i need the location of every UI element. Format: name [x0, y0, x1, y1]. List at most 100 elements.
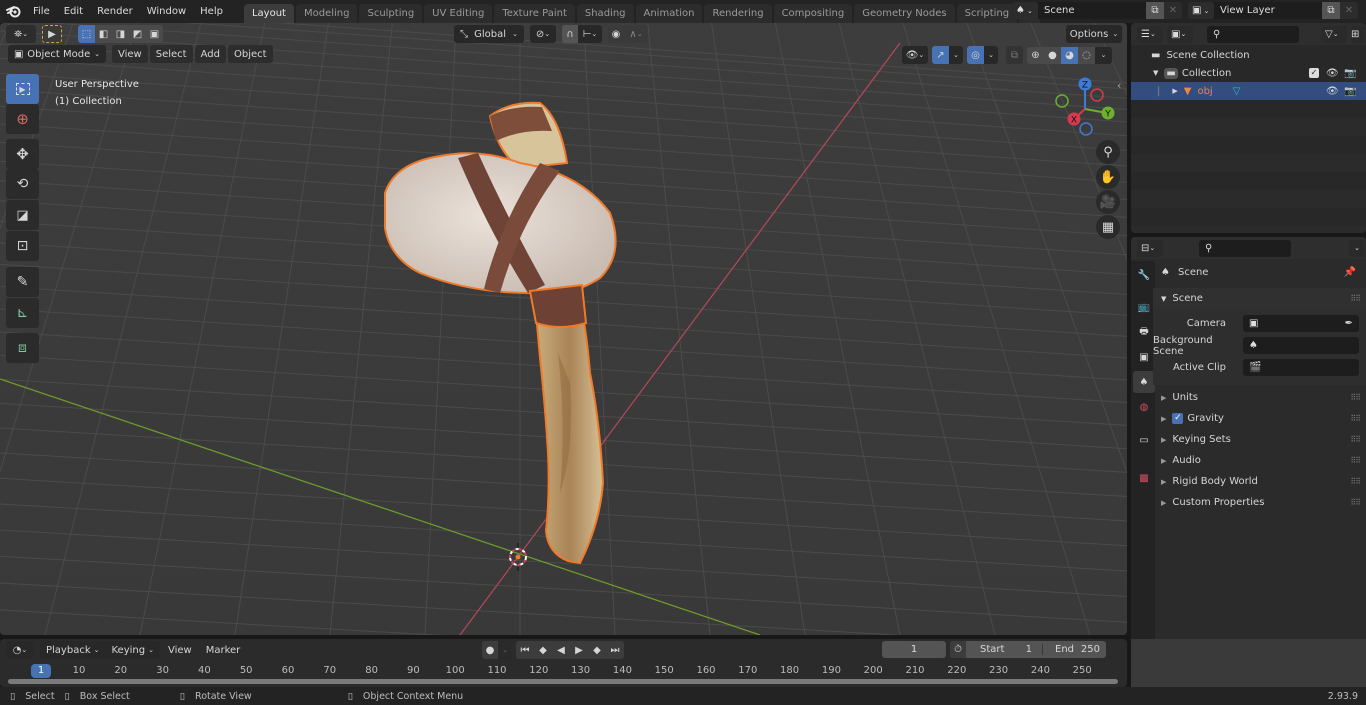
- tab-rendering[interactable]: Rendering: [704, 4, 772, 23]
- select-extend-mode-button[interactable]: ◧: [95, 25, 112, 43]
- overlays-dropdown[interactable]: ⌄: [984, 46, 998, 64]
- tab-sculpting[interactable]: Sculpting: [359, 4, 423, 23]
- drag-handle-icon[interactable]: ⠿⠿: [1350, 435, 1361, 444]
- disable-render-icon[interactable]: 📷: [1344, 86, 1356, 97]
- play-button[interactable]: ▶: [570, 641, 588, 659]
- tab-uv-editing[interactable]: UV Editing: [424, 4, 493, 23]
- drag-handle-icon[interactable]: ⠿⠿: [1350, 477, 1361, 486]
- select-new-mode-button[interactable]: ⬚: [78, 25, 95, 43]
- gravity-checkbox[interactable]: ✓: [1172, 413, 1184, 424]
- tool-scale[interactable]: ◪: [6, 200, 39, 230]
- playhead[interactable]: 1: [31, 664, 51, 678]
- tab-world[interactable]: ◍: [1133, 396, 1155, 418]
- blender-logo-icon[interactable]: [0, 5, 26, 18]
- camera-view-button[interactable]: 🎥: [1096, 190, 1120, 214]
- background-scene-field[interactable]: ♠: [1243, 337, 1359, 354]
- tab-compositing[interactable]: Compositing: [773, 4, 853, 23]
- drag-handle-icon[interactable]: ⠿⠿: [1350, 393, 1361, 402]
- hide-in-viewport-icon[interactable]: 👁: [1326, 68, 1339, 79]
- mesh-data-icon[interactable]: ▽: [1233, 86, 1241, 97]
- tool-cursor[interactable]: ⊕: [6, 104, 39, 134]
- tool-add-cube[interactable]: ⧈: [6, 333, 39, 363]
- delete-view-layer-button[interactable]: ✕: [1340, 2, 1358, 19]
- drag-handle-icon[interactable]: ⠿⠿: [1350, 456, 1361, 465]
- tool-transform[interactable]: ⊡: [6, 231, 39, 261]
- tab-modeling[interactable]: Modeling: [295, 4, 358, 23]
- camera-field[interactable]: ▣ ✒: [1243, 315, 1359, 332]
- select-invert-mode-button[interactable]: ◩: [129, 25, 146, 43]
- 3d-viewport[interactable]: ⛯ ⌄ ▶ ⬚ ◧ ◨ ◩ ▣ ⤡ Global ⌄ ⊘ ⌄ ∩ ⊢ ⌄ ◉ ∧ ⌄ Opt…: [0, 23, 1127, 635]
- pan-view-button[interactable]: ✋: [1096, 165, 1120, 189]
- display-mode-dropdown[interactable]: ▣ ⌄: [1167, 25, 1193, 43]
- jump-to-start-button[interactable]: ⏮: [516, 641, 534, 659]
- start-frame-field[interactable]: Start 1: [966, 644, 1042, 655]
- menu-select[interactable]: Select: [149, 45, 193, 63]
- perspective-toggle-button[interactable]: ▦: [1096, 215, 1120, 239]
- tool-rotate[interactable]: ⟲: [6, 169, 39, 199]
- shading-solid-button[interactable]: ●: [1044, 46, 1061, 64]
- visibility-dropdown[interactable]: 👁 ⌄: [902, 46, 928, 64]
- tab-animation[interactable]: Animation: [635, 4, 703, 23]
- drag-handle-icon[interactable]: ⠿⠿: [1350, 414, 1361, 423]
- sidebar-toggle-icon[interactable]: ‹: [1117, 79, 1121, 92]
- shading-wireframe-button[interactable]: ⊕: [1027, 46, 1044, 64]
- drag-handle-icon[interactable]: ⠿⠿: [1350, 498, 1361, 507]
- menu-add[interactable]: Add: [194, 45, 226, 63]
- menu-render[interactable]: Render: [90, 0, 140, 23]
- pivot-point-dropdown[interactable]: ⊘ ⌄: [530, 25, 556, 43]
- panel-audio-header[interactable]: ▶ Audio ⠿⠿: [1153, 450, 1366, 471]
- outliner-item-scene-collection[interactable]: ▬ Scene Collection: [1131, 46, 1366, 64]
- tool-measure[interactable]: ⊾: [6, 298, 39, 328]
- active-tool-button[interactable]: ▶: [42, 25, 62, 43]
- tool-annotate[interactable]: ✎: [6, 267, 39, 297]
- outliner-search-input[interactable]: ⚲: [1207, 25, 1299, 43]
- shading-rendered-button[interactable]: ◌: [1078, 46, 1095, 64]
- shading-dropdown[interactable]: ⌄: [1095, 46, 1112, 64]
- delete-scene-button[interactable]: ✕: [1164, 2, 1182, 19]
- playback-dropdown[interactable]: Playback ⌄: [40, 641, 106, 659]
- filter-dropdown[interactable]: ▽ ⌄: [1321, 25, 1347, 43]
- view-layer-name-field[interactable]: View Layer: [1214, 2, 1322, 19]
- xray-toggle[interactable]: ⧉: [1006, 46, 1023, 64]
- panel-custom-properties-header[interactable]: ▶ Custom Properties ⠿⠿: [1153, 492, 1366, 513]
- timeline-editor-type-dropdown[interactable]: ◔ ⌄: [6, 641, 34, 659]
- drag-handle-icon[interactable]: ⠿⠿: [1350, 294, 1361, 303]
- hide-in-viewport-icon[interactable]: 👁: [1326, 86, 1339, 97]
- view-layer-type-dropdown[interactable]: ▣ ⌄: [1188, 2, 1214, 19]
- eyedropper-icon[interactable]: ✒: [1345, 318, 1353, 329]
- new-scene-button[interactable]: ⧉: [1146, 2, 1164, 19]
- keying-dropdown[interactable]: Keying ⌄: [105, 641, 160, 659]
- expand-arrow-icon[interactable]: ▶: [1172, 87, 1177, 95]
- properties-editor-type-dropdown[interactable]: ⊟ ⌄: [1137, 239, 1163, 257]
- scene-name-field[interactable]: Scene: [1038, 2, 1146, 19]
- timeline-menu-marker[interactable]: Marker: [200, 641, 247, 659]
- outliner-editor-type-dropdown[interactable]: ☰ ⌄: [1137, 25, 1163, 43]
- tab-collection[interactable]: ▭: [1133, 429, 1155, 451]
- menu-window[interactable]: Window: [140, 0, 193, 23]
- outliner-item-obj[interactable]: | ▶ ▼ obj ▽ 👁 📷: [1131, 82, 1366, 100]
- select-intersect-mode-button[interactable]: ▣: [146, 25, 163, 43]
- tab-output[interactable]: 🖶: [1133, 321, 1155, 343]
- tool-select-box[interactable]: ▶: [6, 74, 39, 104]
- viewport-scene[interactable]: [0, 23, 1127, 635]
- disable-render-icon[interactable]: 📷: [1344, 68, 1356, 79]
- properties-search-input[interactable]: ⚲: [1199, 239, 1291, 257]
- tab-texture[interactable]: ▩: [1133, 467, 1155, 489]
- end-frame-field[interactable]: End 250: [1042, 644, 1106, 655]
- outliner-item-collection[interactable]: ▼ ▬ Collection ✓ 👁 📷: [1131, 64, 1366, 82]
- tab-geometry-nodes[interactable]: Geometry Nodes: [854, 4, 955, 23]
- select-subtract-mode-button[interactable]: ◨: [112, 25, 129, 43]
- expand-arrow-icon[interactable]: ▼: [1153, 69, 1158, 77]
- options-dropdown[interactable]: Options ⌄: [1066, 25, 1122, 43]
- gizmo-toggle[interactable]: ↗: [932, 46, 949, 64]
- timeline-scrollbar[interactable]: [8, 679, 1118, 684]
- auto-keying-toggle[interactable]: ●: [482, 641, 498, 659]
- tab-layout[interactable]: Layout: [243, 4, 294, 23]
- jump-to-next-keyframe-button[interactable]: ◆: [588, 641, 606, 659]
- tool-move[interactable]: ✥: [6, 139, 39, 169]
- mode-dropdown[interactable]: ▣ Object Mode ⌄: [8, 45, 106, 63]
- stopwatch-icon[interactable]: ⏱: [950, 641, 966, 658]
- panel-gravity-header[interactable]: ▶ ✓ Gravity ⠿⠿: [1153, 408, 1366, 429]
- panel-keying-sets-header[interactable]: ▶ Keying Sets ⠿⠿: [1153, 429, 1366, 450]
- proportional-falloff-dropdown[interactable]: ∧ ⌄: [624, 25, 648, 43]
